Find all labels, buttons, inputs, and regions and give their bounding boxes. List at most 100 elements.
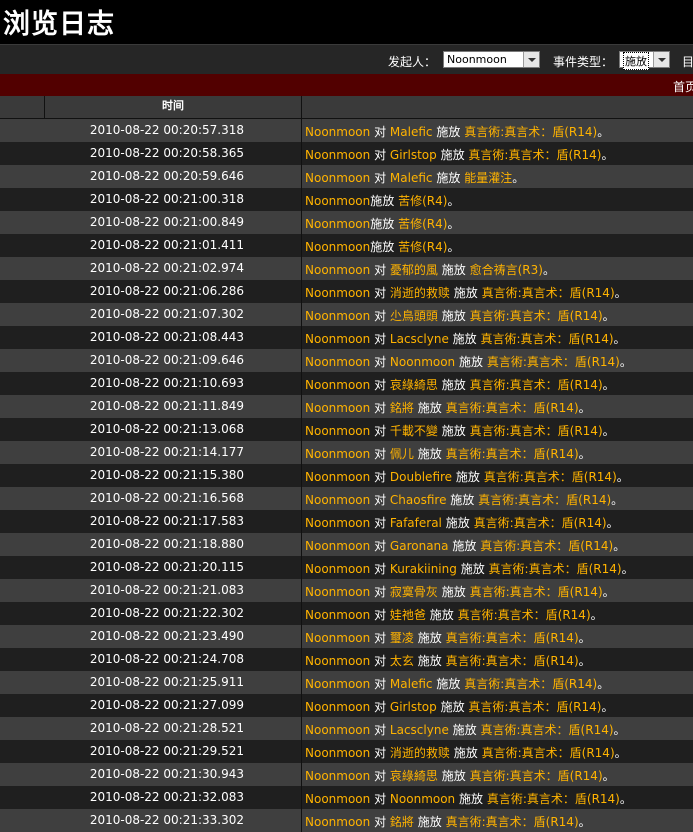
target-link[interactable]: 千載不變 (390, 424, 438, 438)
actor-link[interactable]: Noonmoon (305, 723, 370, 737)
end-punctuation: 。 (613, 723, 626, 737)
spell-link[interactable]: 真言術:真言术：盾(R14) (470, 378, 603, 392)
actor-link[interactable]: Noonmoon (305, 562, 370, 576)
target-link[interactable]: Garonana (390, 539, 449, 553)
target-link[interactable]: 璽凌 (390, 631, 414, 645)
target-link[interactable]: 佩儿 (390, 447, 414, 461)
spell-link[interactable]: 真言術:真言术：盾(R14) (487, 355, 620, 369)
target-link[interactable]: Noonmoon (390, 792, 455, 806)
spell-link[interactable]: 真言術:真言术：盾(R14) (484, 470, 617, 484)
target-link[interactable]: Lacsclyne (390, 332, 449, 346)
actor-link[interactable]: Noonmoon (305, 286, 370, 300)
actor-link[interactable]: Noonmoon (305, 654, 370, 668)
target-link[interactable]: Lacsclyne (390, 723, 449, 737)
actor-link[interactable]: Noonmoon (305, 332, 370, 346)
spell-link[interactable]: 真言術:真言术：盾(R14) (482, 746, 615, 760)
target-link[interactable]: Kurakiining (390, 562, 457, 576)
first-page-link[interactable]: 首页 (673, 78, 693, 95)
spell-link[interactable]: 真言術:真言术：盾(R14) (470, 309, 603, 323)
actor-link[interactable]: Noonmoon (305, 171, 370, 185)
target-link[interactable]: Girlstop (390, 700, 437, 714)
actor-link[interactable]: Noonmoon (305, 447, 370, 461)
actor-link[interactable]: Noonmoon (305, 493, 370, 507)
spell-link[interactable]: 真言術:真言术：盾(R14) (464, 677, 597, 691)
spell-link[interactable]: 真言術:真言术：盾(R14) (481, 332, 614, 346)
actor-link[interactable]: Noonmoon (305, 700, 370, 714)
spell-link[interactable]: 苦修(R4) (398, 240, 447, 254)
actor-link[interactable]: Noonmoon (305, 125, 370, 139)
spell-link[interactable]: 真言術:真言术：盾(R14) (464, 125, 597, 139)
actor-link[interactable]: Noonmoon (305, 516, 370, 530)
spell-link[interactable]: 真言術:真言术：盾(R14) (470, 424, 603, 438)
column-divider (301, 625, 302, 648)
target-link[interactable]: 哀綠綺思 (390, 378, 438, 392)
actor-link[interactable]: Noonmoon (305, 309, 370, 323)
connector-text: 对 (374, 401, 387, 415)
spell-link[interactable]: 真言術:真言术：盾(R14) (468, 148, 601, 162)
target-link[interactable]: Malefic (390, 171, 433, 185)
target-link[interactable]: 寂寞骨灰 (390, 585, 438, 599)
actor-link[interactable]: Noonmoon (305, 378, 370, 392)
spell-link[interactable]: 愈合祷言(R3) (470, 263, 543, 277)
spell-link[interactable]: 苦修(R4) (398, 217, 447, 231)
target-link[interactable]: Chaosfire (390, 493, 447, 507)
target-link[interactable]: Malefic (390, 125, 433, 139)
actor-link[interactable]: Noonmoon (305, 746, 370, 760)
spell-link[interactable]: 真言術:真言术：盾(R14) (446, 401, 579, 415)
spell-link[interactable]: 苦修(R4) (398, 194, 447, 208)
spell-link[interactable]: 真言術:真言术：盾(R14) (470, 585, 603, 599)
spell-link[interactable]: 真言術:真言术：盾(R14) (446, 631, 579, 645)
target-link[interactable]: 太玄 (390, 654, 414, 668)
spell-link[interactable]: 真言術:真言术：盾(R14) (478, 493, 611, 507)
target-link[interactable]: Noonmoon (390, 355, 455, 369)
spell-link[interactable]: 真言術:真言术：盾(R14) (482, 286, 615, 300)
spell-link[interactable]: 真言術:真言术：盾(R14) (458, 608, 591, 622)
actor-link[interactable]: Noonmoon (305, 263, 370, 277)
target-link[interactable]: Girlstop (390, 148, 437, 162)
target-link[interactable]: Malefic (390, 677, 433, 691)
target-link[interactable]: 憂郁的風 (390, 263, 438, 277)
actor-link[interactable]: Noonmoon (305, 240, 370, 254)
spell-link[interactable]: 真言術:真言术：盾(R14) (446, 815, 579, 829)
target-link[interactable]: Fafaferal (390, 516, 442, 530)
spell-link[interactable]: 真言術:真言术：盾(R14) (446, 654, 579, 668)
actor-link[interactable]: Noonmoon (305, 148, 370, 162)
target-link[interactable]: 消逝的救赎 (390, 746, 450, 760)
actor-link[interactable]: Noonmoon (305, 194, 370, 208)
target-link[interactable]: 銘將 (390, 815, 414, 829)
actor-link[interactable]: Noonmoon (305, 815, 370, 829)
target-link[interactable]: 消逝的救赎 (390, 286, 450, 300)
spell-link[interactable]: 真言術:真言术：盾(R14) (470, 769, 603, 783)
spell-link[interactable]: 真言術:真言术：盾(R14) (489, 562, 622, 576)
spell-link[interactable]: 真言術:真言术：盾(R14) (468, 700, 601, 714)
actor-link[interactable]: Noonmoon (305, 677, 370, 691)
actor-link[interactable]: Noonmoon (305, 355, 370, 369)
target-link[interactable]: 哀綠綺思 (390, 769, 438, 783)
spell-link[interactable]: 真言術:真言术：盾(R14) (446, 447, 579, 461)
actor-link[interactable]: Noonmoon (305, 539, 370, 553)
actor-link[interactable]: Noonmoon (305, 585, 370, 599)
actor-link[interactable]: Noonmoon (305, 217, 370, 231)
time-column-header[interactable]: 时间 (45, 96, 302, 118)
actor-link[interactable]: Noonmoon (305, 470, 370, 484)
actor-link[interactable]: Noonmoon (305, 608, 370, 622)
target-link[interactable]: 銘將 (390, 401, 414, 415)
spell-link[interactable]: 真言術:真言术：盾(R14) (480, 539, 613, 553)
spell-link[interactable]: 能量灌注 (464, 171, 512, 185)
chevron-down-icon[interactable] (653, 52, 669, 67)
actor-link[interactable]: Noonmoon (305, 792, 370, 806)
target-link[interactable]: 娃祂爸 (390, 608, 426, 622)
actor-link[interactable]: Noonmoon (305, 424, 370, 438)
spell-link[interactable]: 真言術:真言术：盾(R14) (474, 516, 607, 530)
actor-link[interactable]: Noonmoon (305, 769, 370, 783)
actor-link[interactable]: Noonmoon (305, 401, 370, 415)
initiator-select[interactable]: Noonmoon (443, 51, 540, 68)
target-link[interactable]: 尐鳥頭頭 (390, 309, 438, 323)
event-type-select[interactable]: 施放 (619, 51, 670, 70)
actor-link[interactable]: Noonmoon (305, 631, 370, 645)
spell-link[interactable]: 真言術:真言术：盾(R14) (487, 792, 620, 806)
target-link[interactable]: Doublefire (390, 470, 452, 484)
time-cell: 2010-08-22 00:21:33.302 (89, 813, 244, 827)
chevron-down-icon[interactable] (523, 52, 539, 67)
spell-link[interactable]: 真言術:真言术：盾(R14) (481, 723, 614, 737)
